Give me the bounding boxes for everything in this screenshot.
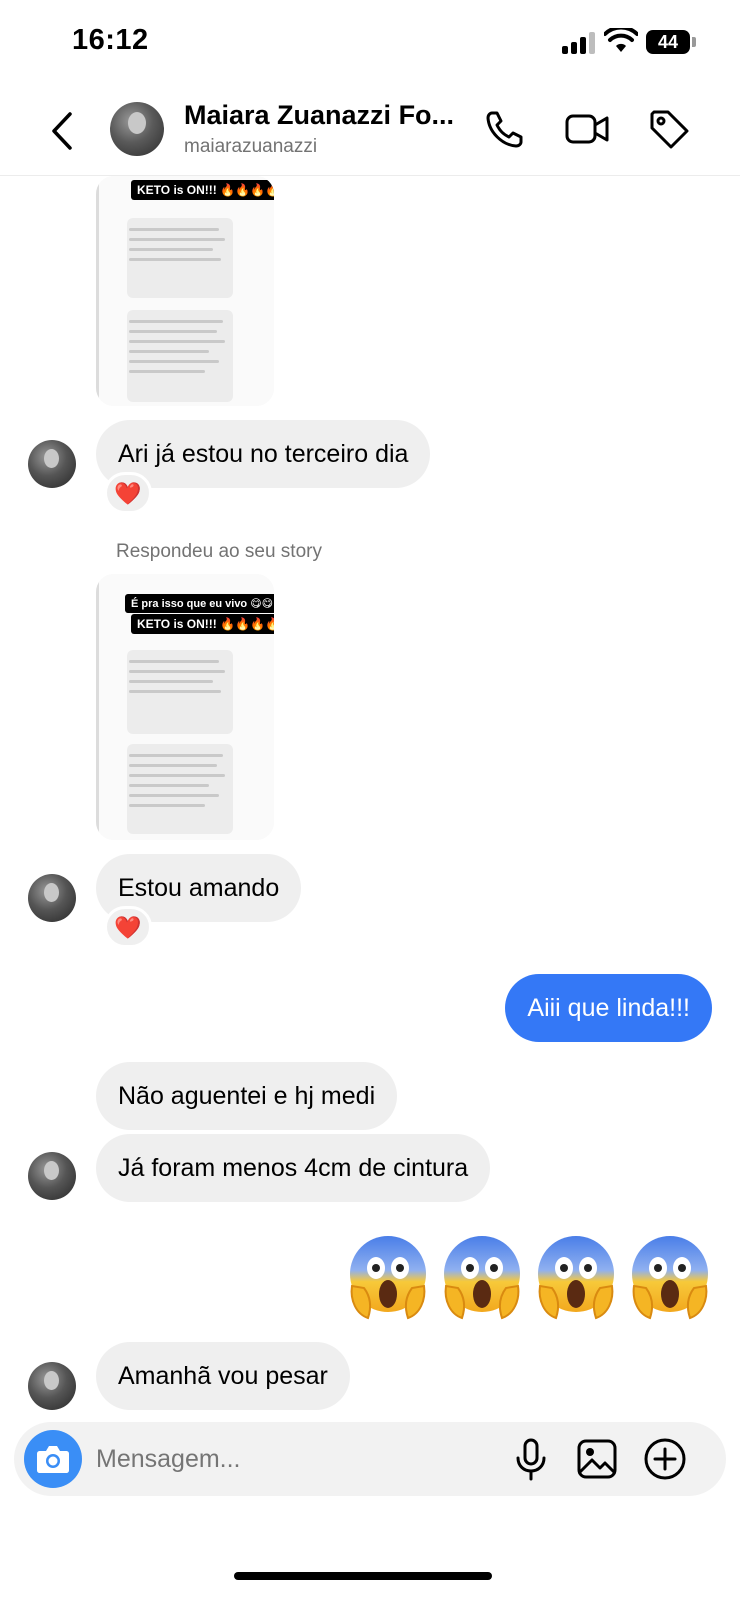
outgoing-message-bubble[interactable]: Aiii que linda!!! xyxy=(505,974,712,1042)
sender-avatar[interactable] xyxy=(28,874,76,922)
story-sticker: KETO is ON!!! 🔥🔥🔥🔥 xyxy=(131,180,274,200)
incoming-message-bubble[interactable]: Já foram menos 4cm de cintura xyxy=(96,1134,491,1202)
phone-icon[interactable] xyxy=(482,106,528,152)
story-preview[interactable]: KETO is ON!!! 🔥🔥🔥🔥 xyxy=(96,176,274,406)
video-icon[interactable] xyxy=(564,106,610,152)
story-image: KETO is ON!!! 🔥🔥🔥🔥 xyxy=(96,176,274,406)
story-image: É pra isso que eu vivo 😋😋 KETO is ON!!! … xyxy=(96,574,274,840)
contact-avatar[interactable] xyxy=(110,102,164,156)
message-composer xyxy=(14,1422,726,1496)
story-reply-caption: Respondeu ao seu story xyxy=(116,541,322,562)
tag-icon[interactable] xyxy=(646,106,692,152)
story-text-card xyxy=(127,310,233,402)
chat-header: Maiara Zuanazzi Fo... maiarazuanazzi xyxy=(0,86,740,176)
gallery-icon[interactable] xyxy=(574,1436,620,1482)
face-screaming-in-fear-icon xyxy=(442,1230,522,1320)
status-time: 16:12 xyxy=(72,24,149,56)
home-indicator xyxy=(234,1572,492,1580)
plus-circle-icon[interactable] xyxy=(642,1436,688,1482)
incoming-message-bubble[interactable]: Amanhã vou pesar xyxy=(96,1342,350,1410)
contact-username[interactable]: maiarazuanazzi xyxy=(184,136,317,158)
sender-avatar[interactable] xyxy=(28,440,76,488)
face-screaming-in-fear-icon xyxy=(348,1230,428,1320)
status-bar: 16:12 44 xyxy=(0,0,740,86)
story-text-card xyxy=(127,744,233,834)
heart-reaction-icon[interactable]: ❤️ xyxy=(104,472,152,514)
face-screaming-in-fear-icon xyxy=(630,1230,710,1320)
battery-icon: 44 xyxy=(646,30,690,54)
face-screaming-in-fear-icon xyxy=(536,1230,616,1320)
story-preview[interactable]: É pra isso que eu vivo 😋😋 KETO is ON!!! … xyxy=(96,574,274,840)
camera-icon[interactable] xyxy=(24,1430,82,1488)
wifi-icon xyxy=(603,25,639,54)
incoming-message-bubble[interactable]: Não aguentei e hj medi xyxy=(96,1062,398,1130)
contact-name[interactable]: Maiara Zuanazzi Fo... xyxy=(184,100,480,131)
sender-avatar[interactable] xyxy=(28,1152,76,1200)
message-input[interactable] xyxy=(96,1422,476,1496)
microphone-icon[interactable] xyxy=(508,1436,554,1482)
cellular-signal-icon xyxy=(562,32,596,54)
heart-reaction-icon[interactable]: ❤️ xyxy=(104,906,152,948)
sender-avatar[interactable] xyxy=(28,1362,76,1410)
story-sticker: KETO is ON!!! 🔥🔥🔥🔥 xyxy=(131,614,274,634)
outgoing-emoji-message[interactable] xyxy=(348,1230,710,1320)
story-sticker: É pra isso que eu vivo 😋😋 xyxy=(125,594,274,613)
battery-cap xyxy=(692,37,696,47)
back-chevron-icon[interactable] xyxy=(42,108,82,154)
